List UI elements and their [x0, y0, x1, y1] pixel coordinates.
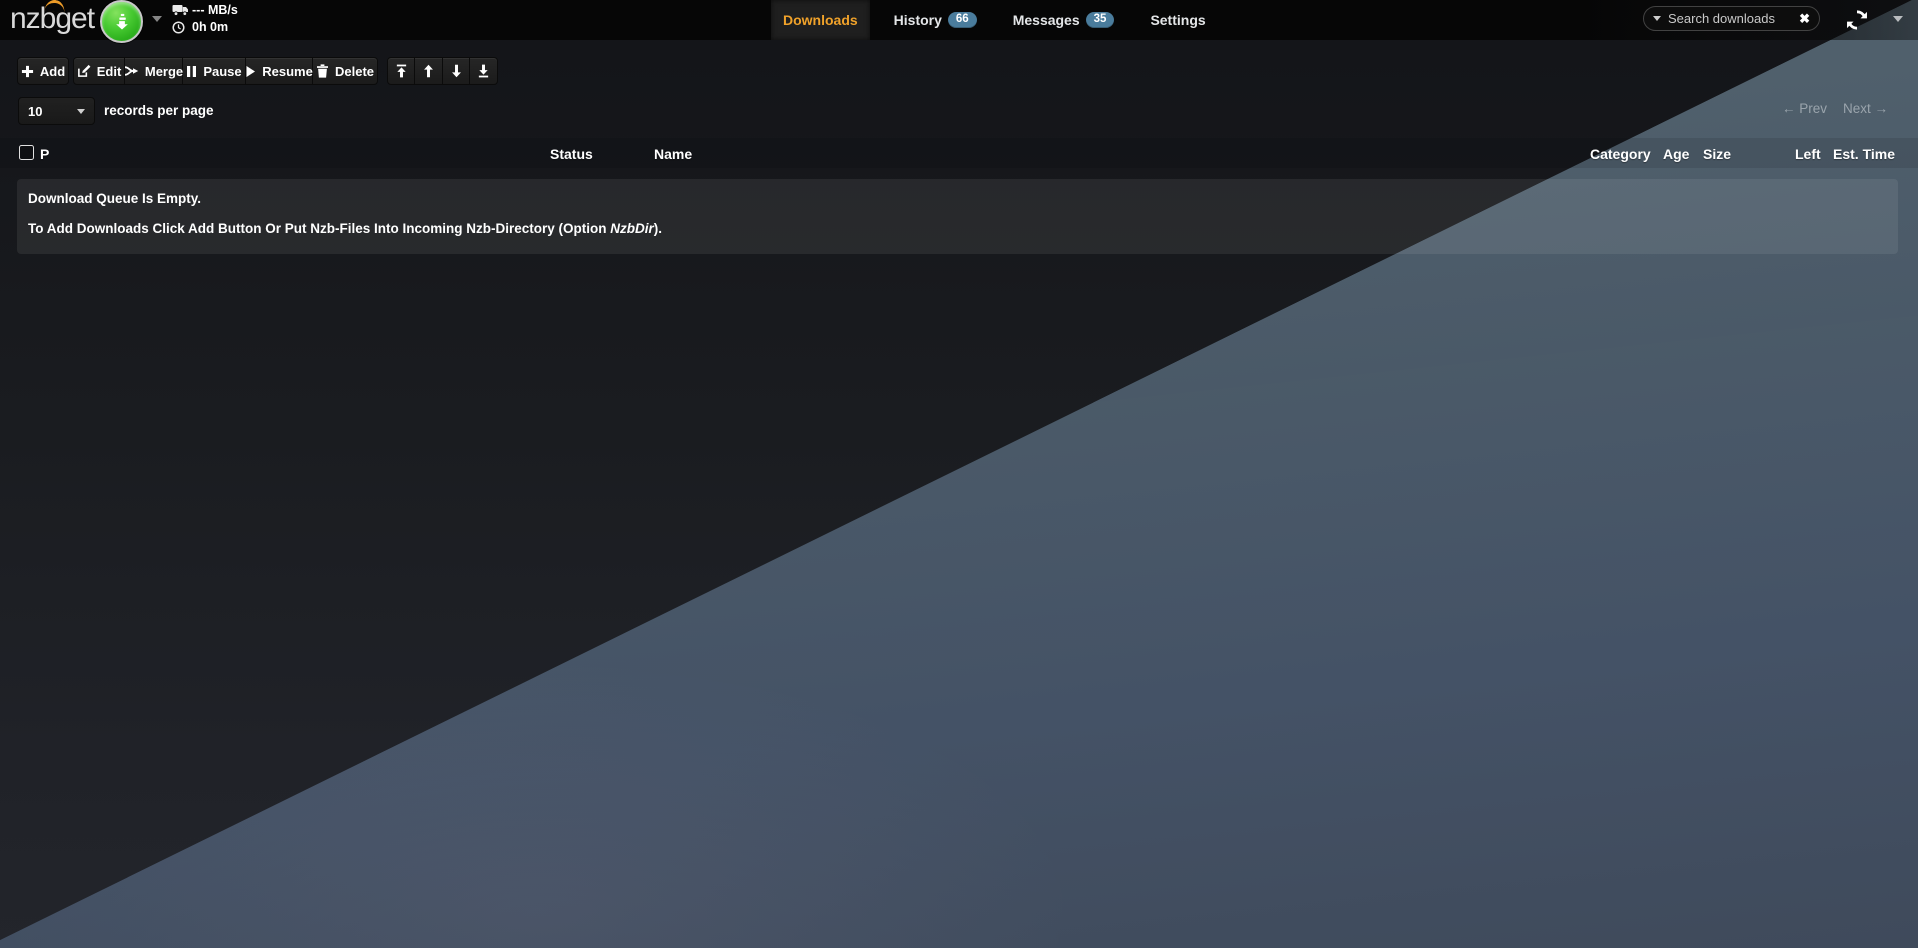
queue-actions-group: Edit Merge Pause Resume — [73, 57, 378, 85]
app-root: nzbget --- MB/s — [0, 0, 1918, 948]
speed-truck-icon — [172, 4, 189, 16]
messages-count-badge: 35 — [1086, 12, 1115, 29]
move-down-button[interactable] — [443, 57, 470, 85]
empty-queue-panel: Download Queue Is Empty. To Add Download… — [17, 179, 1898, 254]
play-pause-button[interactable] — [100, 0, 143, 43]
plus-icon — [21, 65, 34, 78]
arrow-down-icon — [450, 64, 463, 78]
play-menu-caret-icon[interactable] — [152, 16, 162, 22]
delete-button[interactable]: Delete — [313, 57, 378, 85]
edit-button[interactable]: Edit — [73, 57, 125, 85]
select-caret-icon — [77, 109, 85, 114]
search-clear-icon[interactable]: ✖ — [1799, 11, 1810, 27]
top-navbar: nzbget --- MB/s — [0, 0, 1918, 40]
merge-icon — [124, 64, 139, 78]
tab-messages[interactable]: Messages 35 — [1001, 0, 1127, 40]
uptime-value: 0h 0m — [192, 20, 228, 34]
column-age: Age — [1663, 146, 1689, 162]
edit-icon — [77, 64, 91, 78]
resume-button[interactable]: Resume — [246, 57, 313, 85]
clock-icon — [172, 21, 185, 34]
records-per-page-label: records per page — [104, 103, 214, 118]
move-up-button[interactable] — [415, 57, 443, 85]
arrow-up-icon — [422, 64, 435, 78]
column-priority: P — [40, 146, 49, 162]
prev-page-link[interactable]: ← Prev — [1782, 101, 1827, 116]
play-icon — [245, 65, 256, 78]
search-options-caret-icon[interactable] — [1653, 16, 1661, 21]
nav-tabs: Downloads History 66 Messages 35 Setting… — [771, 0, 1218, 40]
arrow-to-bottom-icon — [477, 64, 490, 78]
pause-icon — [186, 65, 197, 78]
column-name: Name — [654, 146, 692, 162]
move-bottom-button[interactable] — [470, 57, 498, 85]
speed-value: --- MB/s — [192, 3, 238, 17]
column-est-time: Est. Time — [1833, 146, 1895, 162]
tab-history[interactable]: History 66 — [882, 0, 989, 40]
refresh-button[interactable] — [1845, 8, 1869, 32]
records-per-page-select[interactable]: 10 — [18, 97, 95, 125]
trash-icon — [316, 64, 329, 78]
empty-queue-message: To Add Downloads Click Add Button Or Put… — [28, 221, 662, 236]
select-all-checkbox[interactable] — [19, 145, 34, 160]
nzbdir-option-ref: NzbDir — [610, 221, 654, 236]
history-count-badge: 66 — [948, 12, 977, 29]
arrow-to-top-icon — [395, 64, 408, 78]
column-left: Left — [1795, 146, 1821, 162]
search-box: ✖ — [1643, 6, 1820, 31]
column-status: Status — [550, 146, 593, 162]
move-top-button[interactable] — [387, 57, 415, 85]
tab-downloads[interactable]: Downloads — [771, 0, 870, 40]
column-size: Size — [1703, 146, 1731, 162]
move-actions-group — [387, 57, 498, 85]
tab-settings[interactable]: Settings — [1138, 0, 1217, 40]
search-input[interactable] — [1668, 11, 1792, 26]
pause-button[interactable]: Pause — [183, 57, 246, 85]
next-page-link[interactable]: Next → — [1843, 101, 1888, 116]
add-button[interactable]: Add — [17, 57, 69, 85]
merge-button[interactable]: Merge — [125, 57, 183, 85]
download-arrow-icon — [111, 11, 133, 33]
column-category: Category — [1590, 146, 1651, 162]
empty-queue-title: Download Queue Is Empty. — [28, 191, 201, 206]
refresh-icon — [1845, 8, 1869, 32]
refresh-interval-caret-icon[interactable] — [1893, 16, 1903, 22]
